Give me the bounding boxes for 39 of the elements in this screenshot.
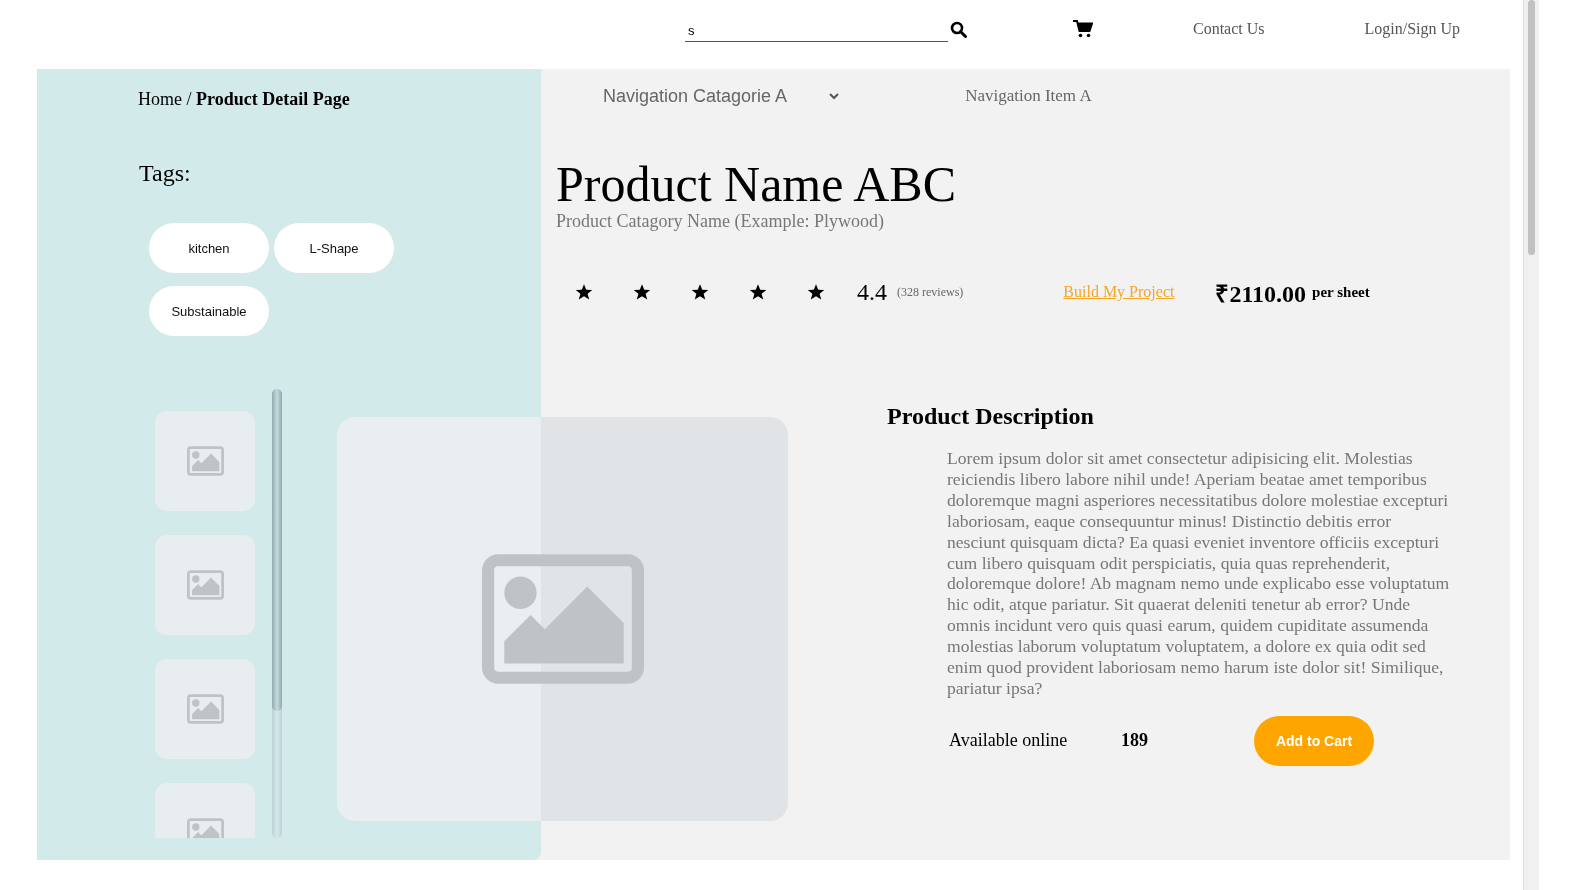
tag-chip[interactable]: Substainable: [149, 286, 269, 336]
breadcrumb: Home / Product Detail Page: [138, 88, 351, 111]
header-link[interactable]: Login/Sign Up: [1364, 20, 1461, 38]
search-icon[interactable]: [950, 20, 967, 38]
tag-chip[interactable]: kitchen: [149, 223, 269, 273]
availability-label: Available online: [949, 730, 1069, 752]
scrollbar-thumb[interactable]: [1528, 0, 1535, 255]
tag-chip[interactable]: L-Shape: [274, 223, 394, 273]
image-placeholder-icon: [186, 570, 224, 600]
star-icon: [633, 283, 651, 301]
scrollbar[interactable]: [272, 389, 282, 838]
price: ₹2110.00: [1215, 279, 1307, 309]
page-scrollbar[interactable]: [1523, 0, 1539, 890]
price-unit: per sheet: [1312, 283, 1370, 301]
thumbnail[interactable]: [155, 535, 255, 635]
thumbnail[interactable]: [155, 411, 255, 511]
image-placeholder-icon: [186, 446, 224, 476]
tags-heading: Tags:: [139, 159, 192, 187]
review-count: (328 reviews): [897, 284, 964, 300]
header-link[interactable]: Contact Us: [1193, 20, 1265, 38]
star-icon: [691, 283, 709, 301]
scrollbar-thumb[interactable]: [272, 389, 282, 711]
chevron-down-icon: [829, 92, 840, 100]
description-heading: Product Description: [887, 402, 1095, 431]
rating-value: 4.4: [857, 278, 887, 306]
description-text: Lorem ipsum dolor sit amet consectetur adipisicing elit. Molestias reiciendis libero labore nihil unde! Aperiam beatae amet temporibus doloremque magni asperiores necessitatibus dolore molestiae excepturi laboriosam, eaque consequuntur minus! Distinctio debitis error nesciunt quisquam dicta? Ea quasi eveniet inventore officiis excepturi cum libero quisquam odit perspiciatis, quia quas reprehenderit, doloremque dolore! Ab magnam nemo unde explicabo esse voluptatum hic odit, atque pariatur. Sit quaerat deleniti tenetur ab error? Unde omnis incidunt vero quis quasi earum, quidem cupiditate assumenda molestias laborum voluptatum voluptatem, a dolore ex quia odit sed enim quod provident laboriosam nemo harum iste dolor sit! Similique, pariatur ipsa?: [947, 448, 1450, 699]
product-title: Product Name ABC: [556, 158, 957, 210]
stock-count: 189: [1121, 730, 1149, 752]
product-category: Product Catagory Name (Example: Plywood): [556, 210, 885, 232]
star-icon: [807, 283, 825, 301]
image-placeholder-icon: [186, 694, 224, 724]
nav-link[interactable]: Navigation Item A: [965, 86, 1092, 106]
star-icon: [749, 283, 767, 301]
nav-dropdown[interactable]: Navigation Catagorie A: [603, 85, 840, 107]
search-field[interactable]: s: [685, 20, 948, 42]
thumbnail[interactable]: [155, 659, 255, 759]
cart-icon[interactable]: [1073, 20, 1093, 38]
image-placeholder-icon: [481, 554, 644, 684]
star-icon: [575, 283, 593, 301]
